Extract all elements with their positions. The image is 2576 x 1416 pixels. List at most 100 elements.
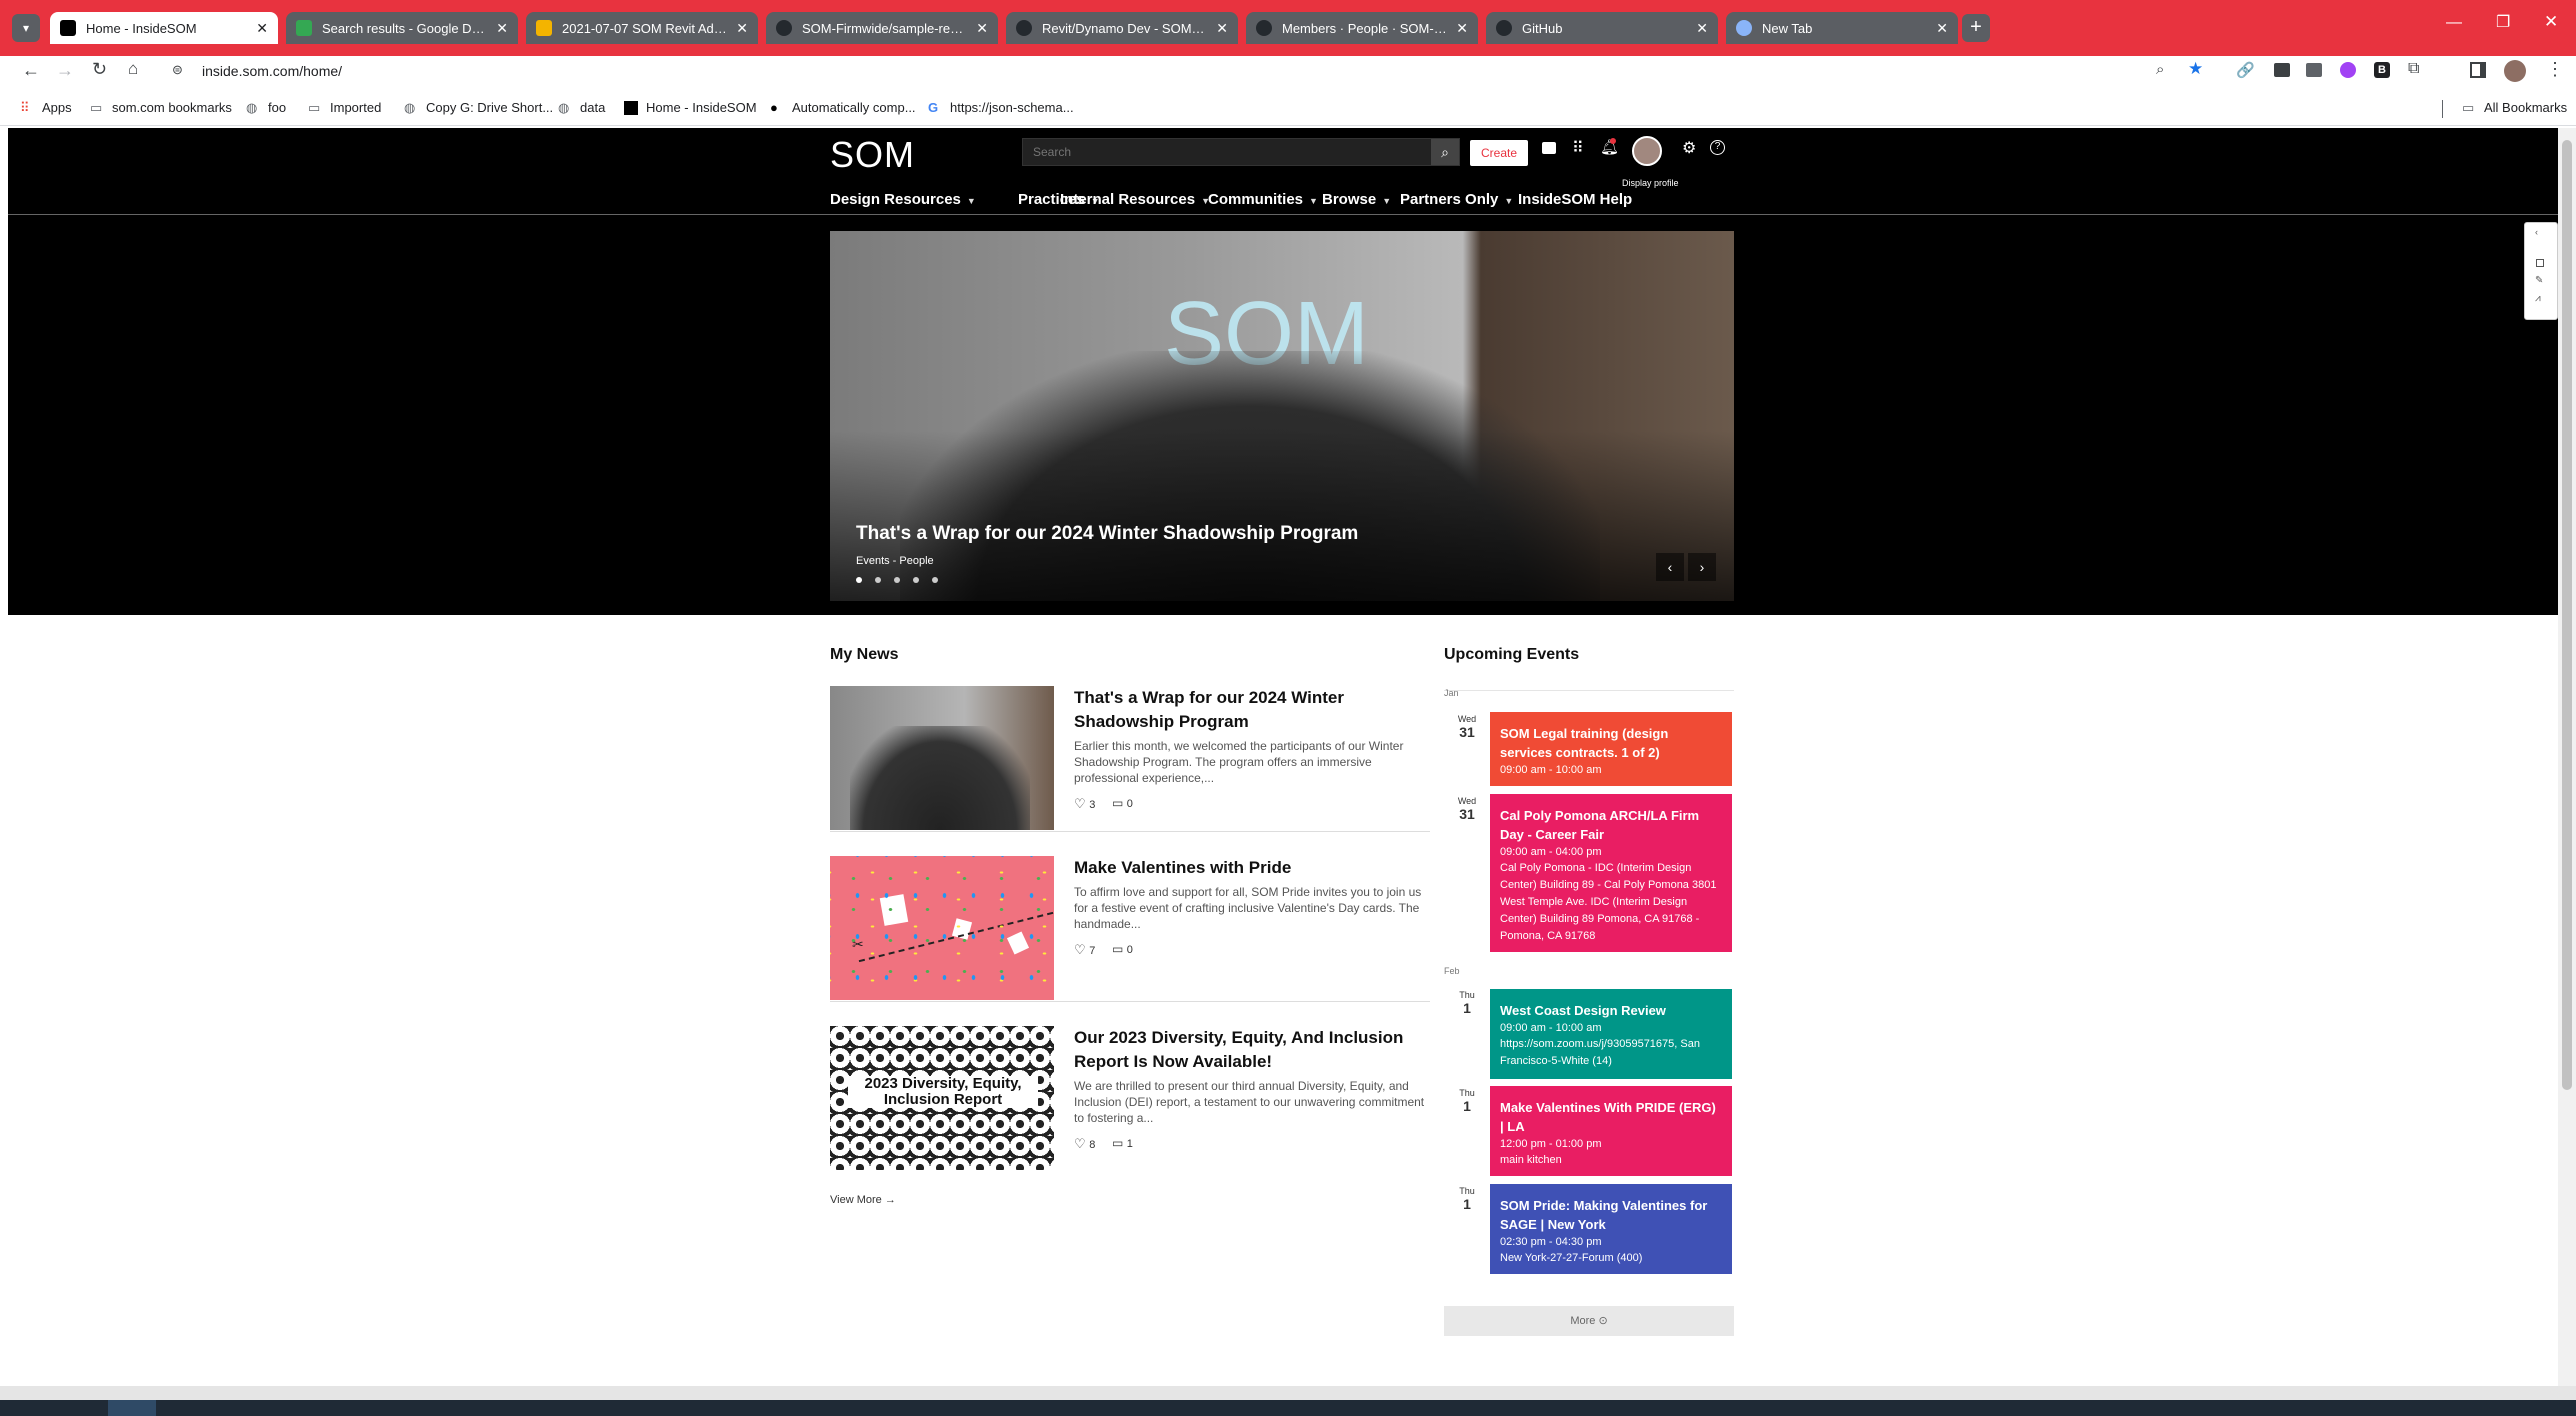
- comment-button[interactable]: ▭ 0: [1112, 796, 1133, 810]
- event-card[interactable]: SOM Pride: Making Valentines for SAGE | …: [1490, 1184, 1732, 1274]
- url-field[interactable]: inside.som.com/home/: [202, 63, 342, 79]
- settings-gear-icon[interactable]: ⚙: [1682, 138, 1696, 158]
- event-card[interactable]: West Coast Design Review 09:00 am - 10:0…: [1490, 989, 1732, 1079]
- tab-search-button[interactable]: ▾: [12, 14, 40, 42]
- tab-github-revit-dynamo[interactable]: Revit/Dynamo Dev - SOM-Firm ✕: [1006, 12, 1238, 44]
- close-icon[interactable]: ✕: [1216, 20, 1228, 37]
- side-toolbar-toggle-icon[interactable]: ‹: [2535, 227, 2538, 237]
- close-icon[interactable]: ✕: [1936, 20, 1948, 37]
- view-more-link[interactable]: View More →: [830, 1194, 896, 1206]
- restore-button[interactable]: ❐: [2496, 12, 2510, 32]
- site-info-icon[interactable]: ⊜: [172, 62, 183, 78]
- tab-github-members[interactable]: Members · People · SOM-Enter ✕: [1246, 12, 1478, 44]
- hero-carousel[interactable]: SOM That's a Wrap for our 2024 Winter Sh…: [830, 231, 1734, 601]
- event-card[interactable]: Cal Poly Pomona ARCH/LA Firm Day - Caree…: [1490, 794, 1732, 952]
- tab-github-sample-revit[interactable]: SOM-Firmwide/sample-revit-ad ✕: [766, 12, 998, 44]
- bookmark-automatically[interactable]: ● Automatically comp...: [770, 100, 916, 115]
- close-icon[interactable]: ✕: [496, 20, 508, 37]
- news-item[interactable]: 2023 Diversity, Equity, Inclusion Report…: [830, 1026, 1430, 1172]
- user-avatar[interactable]: [1632, 136, 1662, 166]
- notifications-bell-icon[interactable]: 🔔︎: [1600, 138, 1619, 156]
- news-item[interactable]: That's a Wrap for our 2024 Winter Shadow…: [830, 686, 1430, 832]
- bookmark-foo[interactable]: ◍ foo: [246, 100, 286, 115]
- help-icon[interactable]: ?: [1710, 140, 1725, 155]
- news-item[interactable]: ✂ Make Valentines with Pride To affirm l…: [830, 856, 1430, 1002]
- zoom-icon[interactable]: ⌕: [2156, 61, 2164, 78]
- event-card[interactable]: SOM Legal training (design services cont…: [1490, 712, 1732, 786]
- extensions-puzzle-icon[interactable]: ⧉: [2408, 60, 2419, 78]
- like-button[interactable]: ♡ 3: [1074, 796, 1095, 812]
- news-title[interactable]: That's a Wrap for our 2024 Winter Shadow…: [1074, 686, 1364, 734]
- like-button[interactable]: ♡ 8: [1074, 1136, 1095, 1152]
- extension-icon-4[interactable]: B: [2374, 62, 2390, 78]
- bookmark-copy-g-drive[interactable]: ◍ Copy G: Drive Short...: [404, 100, 553, 115]
- close-icon[interactable]: ✕: [736, 20, 748, 37]
- profile-avatar[interactable]: [2504, 60, 2526, 82]
- tab-google-drive[interactable]: Search results - Google Drive ✕: [286, 12, 518, 44]
- comment-button[interactable]: ▭ 0: [1112, 942, 1133, 956]
- hero-title[interactable]: That's a Wrap for our 2024 Winter Shadow…: [856, 523, 1358, 545]
- nav-partners-only[interactable]: Partners Only ▼: [1400, 191, 1513, 208]
- comment-icon[interactable]: [2536, 259, 2544, 267]
- side-panel-icon[interactable]: [2470, 62, 2486, 78]
- carousel-dot[interactable]: [856, 577, 862, 583]
- close-icon[interactable]: ✕: [1696, 20, 1708, 37]
- bookmark-json-schema[interactable]: Ghttps://json-schema...: [928, 100, 1074, 115]
- som-logo[interactable]: SOM: [830, 134, 915, 176]
- news-thumbnail-dei-report[interactable]: 2023 Diversity, Equity, Inclusion Report: [830, 1026, 1054, 1170]
- nav-design-resources[interactable]: Design Resources ▼: [830, 191, 976, 208]
- back-button[interactable]: ←: [22, 60, 40, 81]
- comment-button[interactable]: ▭ 1: [1112, 1136, 1133, 1150]
- edit-pencil-icon[interactable]: ✎: [2535, 275, 2543, 286]
- scrollbar-thumb[interactable]: [2562, 140, 2572, 1090]
- briefcase-icon[interactable]: [1542, 142, 1556, 154]
- carousel-prev-button[interactable]: ‹: [1656, 553, 1684, 581]
- search-input[interactable]: [1023, 139, 1427, 165]
- extension-icon-1[interactable]: [2274, 63, 2290, 77]
- news-title[interactable]: Our 2023 Diversity, Equity, And Inclusio…: [1074, 1026, 1414, 1074]
- tab-github[interactable]: GitHub ✕: [1486, 12, 1718, 44]
- home-button[interactable]: ⌂: [128, 59, 138, 79]
- create-button[interactable]: Create: [1470, 140, 1528, 166]
- bookmark-apps[interactable]: ⠿ Apps: [20, 100, 72, 115]
- tab-home-insidesom[interactable]: Home - InsideSOM ✕: [50, 12, 278, 44]
- bookmark-imported[interactable]: ▭ Imported: [308, 100, 381, 115]
- nav-communities[interactable]: Communities ▼: [1208, 191, 1318, 208]
- news-thumbnail-group-photo[interactable]: [830, 686, 1054, 830]
- news-thumbnail-valentines[interactable]: ✂: [830, 856, 1054, 1000]
- apps-grid-icon[interactable]: ⠿: [1572, 138, 1584, 158]
- nav-browse[interactable]: Browse ▼: [1322, 191, 1391, 208]
- analytics-icon[interactable]: ⩘: [2535, 293, 2541, 304]
- carousel-dot[interactable]: [913, 577, 919, 583]
- taskbar-active-app[interactable]: [108, 1400, 156, 1416]
- bookmark-home-insidesom[interactable]: Home - InsideSOM: [624, 100, 757, 115]
- carousel-next-button[interactable]: ›: [1688, 553, 1716, 581]
- reload-button[interactable]: ↻: [92, 59, 107, 80]
- carousel-dot[interactable]: [875, 577, 881, 583]
- minimize-button[interactable]: —: [2446, 14, 2462, 32]
- event-card[interactable]: Make Valentines With PRIDE (ERG) | LA 12…: [1490, 1086, 1732, 1176]
- extension-link-icon[interactable]: 🔗: [2236, 61, 2255, 79]
- carousel-dot[interactable]: [932, 577, 938, 583]
- forward-button[interactable]: →: [56, 60, 74, 81]
- close-icon[interactable]: ✕: [256, 20, 268, 37]
- nav-insidesom-help[interactable]: InsideSOM Help: [1518, 191, 1632, 208]
- all-bookmarks-button[interactable]: ▭ All Bookmarks: [2462, 100, 2567, 115]
- new-tab-button[interactable]: +: [1962, 14, 1990, 42]
- page-scrollbar[interactable]: [2558, 128, 2576, 1386]
- bookmark-som-com[interactable]: ▭ som.com bookmarks: [90, 100, 232, 115]
- close-icon[interactable]: ✕: [1456, 20, 1468, 37]
- carousel-dot[interactable]: [894, 577, 900, 583]
- tab-new-tab[interactable]: New Tab ✕: [1726, 12, 1958, 44]
- search-button[interactable]: ⌕: [1431, 139, 1459, 165]
- extension-icon-3[interactable]: [2340, 62, 2356, 78]
- news-title[interactable]: Make Valentines with Pride: [1074, 856, 1414, 880]
- close-window-button[interactable]: ✕: [2544, 12, 2558, 32]
- browser-menu-icon[interactable]: ⋮: [2546, 59, 2564, 80]
- nav-internal-resources[interactable]: Internal Resources ▼: [1060, 191, 1210, 208]
- close-icon[interactable]: ✕: [976, 20, 988, 37]
- bookmark-star-icon[interactable]: ★: [2188, 59, 2203, 79]
- like-button[interactable]: ♡ 7: [1074, 942, 1095, 958]
- extension-icon-2[interactable]: [2306, 63, 2322, 77]
- bookmark-data[interactable]: ◍ data: [558, 100, 605, 115]
